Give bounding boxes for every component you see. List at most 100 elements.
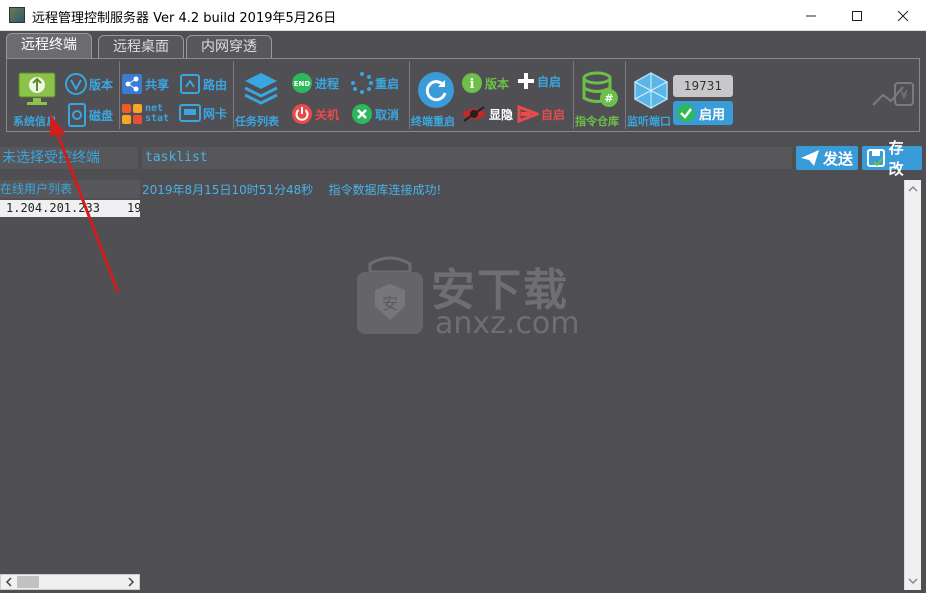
show-hide-label: 显隐 bbox=[489, 107, 514, 122]
enable-button[interactable]: 启用 bbox=[673, 101, 733, 125]
system-info-button[interactable]: 系统信息 bbox=[11, 69, 63, 129]
save-icon bbox=[867, 149, 885, 167]
svg-text:#: # bbox=[604, 92, 613, 105]
scroll-down-icon bbox=[908, 578, 918, 585]
disk-icon bbox=[68, 103, 86, 127]
send-label: 发送 bbox=[823, 149, 854, 168]
terminal-restart-label: 终端重启 bbox=[411, 115, 455, 128]
shutdown-label: 关机 bbox=[315, 107, 340, 122]
disk-button[interactable]: 磁盘 bbox=[67, 103, 113, 127]
cancel-label: 取消 bbox=[375, 107, 400, 122]
log-message: 指令数据库连接成功! bbox=[328, 183, 442, 197]
log-entry: 2019年8月15日10时51分48秒 指令数据库连接成功! bbox=[142, 181, 441, 198]
route-button[interactable]: 路由 bbox=[179, 73, 227, 95]
v-icon bbox=[65, 73, 87, 95]
minimize-button[interactable] bbox=[788, 0, 834, 31]
cancel-button[interactable]: 取消 bbox=[351, 103, 399, 125]
app-icon bbox=[9, 7, 25, 23]
grid-icon bbox=[122, 104, 142, 124]
command-repo-button[interactable]: # 指令仓库 bbox=[575, 69, 627, 129]
info-icon: i bbox=[462, 73, 482, 93]
send-button[interactable]: 发送 bbox=[796, 146, 858, 170]
tab-remote-terminal[interactable]: 远程终端 bbox=[6, 33, 92, 58]
scroll-left-icon bbox=[5, 577, 12, 587]
route-label: 路由 bbox=[203, 77, 228, 92]
restart-label: 重启 bbox=[375, 76, 400, 91]
maximize-button[interactable] bbox=[834, 0, 880, 31]
window-title: 远程管理控制服务器 Ver 4.2 build 2019年5月26日 bbox=[32, 11, 337, 26]
version2-button[interactable]: i 版本 bbox=[461, 72, 509, 94]
check-circle-icon bbox=[677, 104, 695, 122]
process-label: 进程 bbox=[315, 76, 340, 91]
money-icon: ¥ bbox=[871, 79, 915, 116]
toolbar: 系统信息 版本 磁盘 共享 路由 net stat 网卡 任务列表 END 进程 bbox=[6, 58, 920, 132]
version2-label: 版本 bbox=[485, 76, 510, 91]
listen-port-label: 监听端口 bbox=[627, 115, 671, 128]
cube-icon bbox=[634, 72, 668, 109]
vertical-scrollbar[interactable] bbox=[904, 180, 921, 590]
command-row: 未选择受控终端 tasklist 发送 存改 bbox=[0, 139, 926, 178]
shield-bag-icon: 安 bbox=[357, 256, 423, 334]
power-icon bbox=[292, 104, 312, 124]
log-time: 2019年8月15日10时51分48秒 bbox=[142, 183, 314, 197]
task-list-button[interactable]: 任务列表 bbox=[235, 69, 287, 129]
listen-port-button[interactable]: 监听端口 bbox=[627, 69, 677, 129]
autostart-remove-label: 自启 bbox=[541, 107, 566, 122]
autostart-add-label: 自启 bbox=[537, 74, 562, 89]
share-icon bbox=[122, 74, 142, 94]
tab-remote-desktop[interactable]: 远程桌面 bbox=[98, 35, 184, 58]
cancel-icon bbox=[352, 104, 372, 124]
layers-icon bbox=[244, 73, 278, 105]
spinner-icon bbox=[351, 72, 373, 94]
terminal-restart-button[interactable]: 终端重启 bbox=[411, 69, 463, 129]
autostart-add-button[interactable]: 自启 bbox=[517, 72, 561, 90]
close-button[interactable] bbox=[880, 0, 926, 31]
monitor-icon bbox=[18, 72, 56, 105]
restart-button[interactable]: 重启 bbox=[351, 72, 399, 94]
log-output[interactable]: 2019年8月15日10时51分48秒 指令数据库连接成功! bbox=[142, 180, 904, 590]
netstat-button[interactable]: net stat bbox=[121, 103, 171, 125]
send-icon bbox=[801, 150, 819, 166]
minimize-icon bbox=[806, 15, 816, 16]
maximize-icon bbox=[852, 10, 862, 21]
target-terminal-field[interactable]: 未选择受控终端 bbox=[0, 147, 138, 169]
share-button[interactable]: 共享 bbox=[121, 73, 169, 95]
autostart-remove-button[interactable]: 自启 bbox=[517, 105, 565, 123]
watermark-url: anxz.com bbox=[435, 306, 580, 341]
shutdown-button[interactable]: 关机 bbox=[291, 103, 339, 125]
route-icon bbox=[180, 74, 200, 94]
save-button[interactable]: 存改 bbox=[862, 139, 922, 178]
process-button[interactable]: END 进程 bbox=[291, 72, 339, 94]
scroll-up-icon bbox=[908, 185, 918, 192]
online-user-header: 在线用户列表 bbox=[0, 180, 140, 198]
system-info-label: 系统信息 bbox=[13, 115, 57, 128]
svg-text:安: 安 bbox=[382, 294, 398, 313]
svg-text:END: END bbox=[294, 80, 311, 88]
tab-intranet-penetration[interactable]: 内网穿透 bbox=[186, 35, 272, 58]
command-input[interactable]: tasklist bbox=[142, 147, 792, 169]
task-list-label: 任务列表 bbox=[235, 115, 279, 128]
close-icon bbox=[897, 10, 909, 21]
svg-text:i: i bbox=[470, 77, 475, 92]
port-input[interactable]: 19731 bbox=[673, 75, 733, 97]
refresh-icon bbox=[418, 72, 454, 108]
title-bar: 远程管理控制服务器 Ver 4.2 build 2019年5月26日 bbox=[0, 0, 926, 31]
scroll-thumb[interactable] bbox=[17, 576, 39, 588]
user-list-item[interactable]: 1.204.201.233 19 bbox=[0, 200, 140, 217]
netstat-label: net stat bbox=[145, 103, 170, 124]
disk-label: 磁盘 bbox=[89, 108, 114, 123]
version-button[interactable]: 版本 bbox=[65, 73, 113, 95]
tab-strip: 远程终端 远程桌面 内网穿透 bbox=[0, 31, 926, 58]
nic-button[interactable]: 网卡 bbox=[179, 103, 227, 123]
end-icon: END bbox=[292, 73, 312, 93]
enable-label: 启用 bbox=[699, 107, 726, 123]
database-icon: # bbox=[582, 71, 618, 107]
show-hide-button[interactable]: 显隐 bbox=[461, 105, 513, 123]
user-port: 19 bbox=[127, 201, 140, 215]
svg-text:¥: ¥ bbox=[900, 88, 908, 102]
plus-icon bbox=[518, 73, 534, 89]
version-label: 版本 bbox=[89, 77, 114, 92]
share-label: 共享 bbox=[145, 77, 170, 92]
horizontal-scrollbar[interactable] bbox=[0, 574, 140, 590]
nic-label: 网卡 bbox=[203, 106, 228, 121]
